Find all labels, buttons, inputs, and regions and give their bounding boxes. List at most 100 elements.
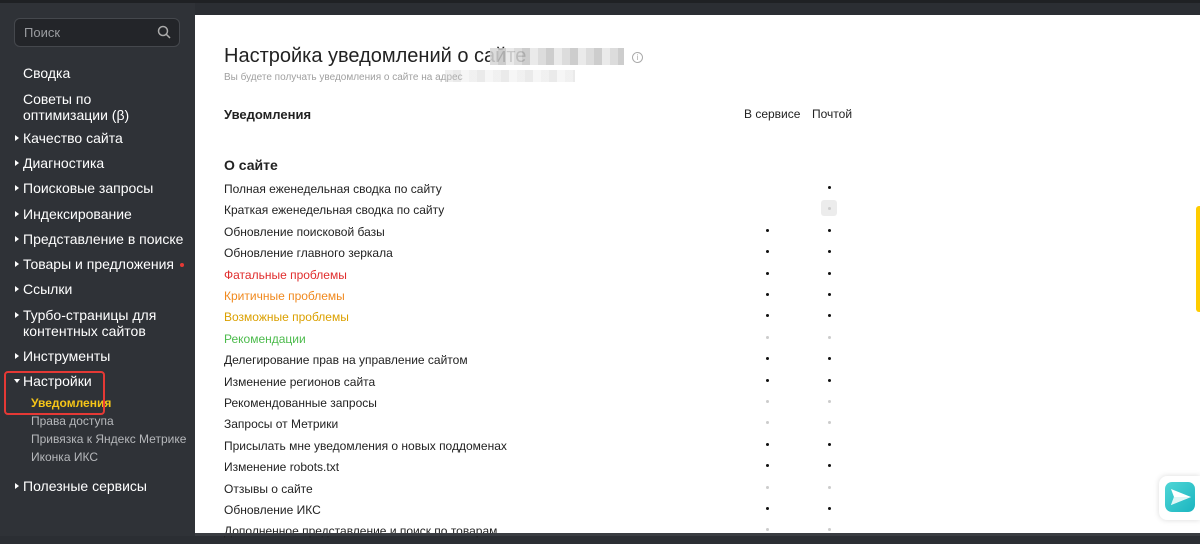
redacted-site-name (490, 48, 624, 65)
sidebar-subitem-metrika-link[interactable]: Привязка к Яндекс Метрике (31, 432, 186, 446)
label: Инструменты (23, 348, 111, 364)
sidebar-item-products[interactable]: Товары и предложения (15, 256, 185, 272)
column-in-service: В сервисе (744, 107, 801, 121)
label: Турбо-страницы для контентных сайтов (23, 307, 157, 339)
email-checkbox[interactable] (821, 436, 837, 452)
redacted-email (445, 70, 575, 82)
email-checkbox[interactable] (821, 222, 837, 238)
search-input[interactable] (24, 25, 154, 40)
notification-label: Обновление поисковой базы (224, 224, 385, 239)
email-checkbox[interactable] (821, 286, 837, 302)
email-checkbox[interactable] (821, 393, 837, 409)
service-checkbox[interactable] (759, 307, 775, 323)
service-checkbox[interactable] (759, 265, 775, 281)
email-checkbox[interactable] (821, 350, 837, 366)
email-checkbox[interactable] (821, 414, 837, 430)
send-icon (1165, 482, 1195, 512)
expand-arrow-icon (15, 135, 19, 141)
label: Полезные сервисы (23, 478, 147, 494)
sidebar-item-turbo-pages[interactable]: Турбо-страницы для контентных сайтов (15, 307, 173, 339)
email-checkbox[interactable] (821, 329, 837, 345)
service-checkbox[interactable] (759, 457, 775, 473)
sidebar-item-optimization-tips[interactable]: Советы по оптимизации (β) (23, 91, 153, 123)
notification-label: Краткая еженедельная сводка по сайту (224, 203, 445, 218)
service-checkbox[interactable] (759, 372, 775, 388)
sidebar-item-useful-services[interactable]: Полезные сервисы (15, 478, 147, 494)
notification-row: Обновление главного зеркала (224, 246, 864, 266)
messenger-button[interactable] (1159, 476, 1200, 520)
service-checkbox[interactable] (759, 286, 775, 302)
notification-row: Краткая еженедельная сводка по сайту (224, 200, 864, 223)
sidebar-item-diagnostics[interactable]: Диагностика (15, 155, 104, 171)
notification-row: Изменение robots.txt (224, 460, 864, 480)
email-checkbox[interactable] (821, 265, 837, 281)
main-content: Настройка уведомлений о сайте i Вы будет… (195, 15, 1200, 539)
label: Индексирование (23, 206, 132, 222)
sidebar-item-site-quality[interactable]: Качество сайта (15, 130, 123, 146)
email-checkbox[interactable] (821, 457, 837, 473)
label: Качество сайта (23, 130, 123, 146)
service-checkbox[interactable] (759, 329, 775, 345)
sidebar-item-summary[interactable]: Сводка (23, 65, 70, 81)
sidebar-item-search-queries[interactable]: Поисковые запросы (15, 180, 154, 196)
notification-label: Рекомендованные запросы (224, 396, 377, 410)
email-checkbox[interactable] (821, 179, 837, 195)
expand-arrow-icon (15, 353, 19, 359)
notification-label: Полная еженедельная сводка по сайту (224, 182, 442, 196)
email-checkbox[interactable] (821, 479, 837, 495)
search-field[interactable] (14, 18, 180, 47)
email-checkbox[interactable] (821, 200, 837, 217)
notification-row: Запросы от Метрики (224, 417, 864, 437)
section-title: О сайте (224, 157, 278, 173)
notification-row: Делегирование прав на управление сайтом (224, 353, 864, 373)
notification-label: Делегирование прав на управление сайтом (224, 353, 468, 368)
service-checkbox[interactable] (759, 243, 775, 259)
notification-row: Полная еженедельная сводка по сайту (224, 182, 864, 202)
sidebar-subitem-access-rights[interactable]: Права доступа (31, 414, 114, 428)
feedback-tab[interactable] (1196, 206, 1200, 312)
column-by-email: Почтой (812, 107, 853, 121)
email-checkbox[interactable] (821, 243, 837, 259)
notification-label: Фатальные проблемы (224, 267, 347, 282)
label: Поисковые запросы (23, 180, 154, 196)
notification-label: Критичные проблемы (224, 289, 345, 303)
service-checkbox[interactable] (759, 414, 775, 430)
service-checkbox[interactable] (759, 393, 775, 409)
email-checkbox[interactable] (821, 372, 837, 388)
email-checkbox[interactable] (821, 500, 837, 516)
sidebar-item-links[interactable]: Ссылки (15, 281, 72, 297)
notification-label: Обновление главного зеркала (224, 246, 393, 261)
notification-row: Возможные проблемы (224, 310, 864, 330)
notification-label: Присылать мне уведомления о новых поддом… (224, 438, 507, 453)
expand-arrow-icon (15, 312, 19, 318)
service-checkbox[interactable] (759, 436, 775, 452)
expand-arrow-icon (15, 483, 19, 489)
expand-arrow-icon (15, 185, 19, 191)
service-checkbox[interactable] (759, 500, 775, 516)
info-icon[interactable]: i (632, 52, 643, 63)
notification-label: Запросы от Метрики (224, 417, 339, 432)
notification-label: Изменение регионов сайта (224, 374, 376, 389)
service-checkbox[interactable] (759, 350, 775, 366)
notification-label: Рекомендации (224, 331, 306, 346)
notification-row: Рекомендованные запросы (224, 396, 864, 416)
notification-row: Отзывы о сайте (224, 482, 864, 502)
notification-label: Дополненное представление и поиск по тов… (224, 524, 498, 539)
expand-arrow-icon (15, 286, 19, 292)
sidebar-item-search-appearance[interactable]: Представление в поиске (15, 231, 183, 247)
search-icon[interactable] (157, 25, 171, 39)
sidebar-item-tools[interactable]: Инструменты (15, 348, 111, 364)
page-subtitle: Вы будете получать уведомления о сайте н… (224, 72, 463, 83)
notification-row: Присылать мне уведомления о новых поддом… (224, 439, 864, 459)
service-checkbox[interactable] (759, 222, 775, 238)
notification-label: Изменение robots.txt (224, 460, 340, 475)
service-checkbox[interactable] (759, 479, 775, 495)
notification-label: Обновление ИКС (224, 503, 321, 517)
email-checkbox[interactable] (821, 307, 837, 323)
highlight-frame (4, 371, 105, 415)
sidebar-subitem-iks-icon[interactable]: Иконка ИКС (31, 450, 98, 464)
notification-row: Обновление ИКС (224, 503, 864, 523)
notification-row: Изменение регионов сайта (224, 375, 864, 395)
expand-arrow-icon (15, 211, 19, 217)
sidebar-item-indexing[interactable]: Индексирование (15, 206, 132, 222)
